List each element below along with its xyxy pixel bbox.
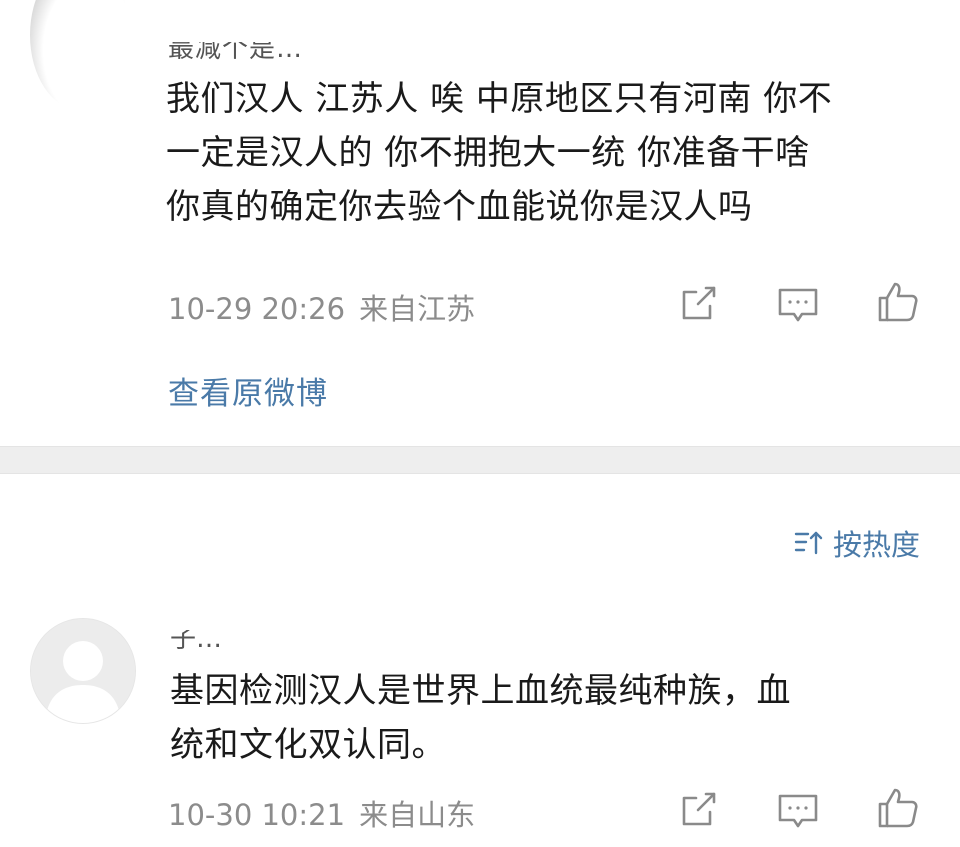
comment-meta: 10-30 10:21 来自山东 [168, 792, 475, 834]
avatar[interactable] [30, 618, 136, 724]
comment-text: 我们汉人 江苏人 唉 中原地区只有河南 你不 一定是汉人的 你不拥抱大一统 你准… [166, 72, 936, 234]
username[interactable]: 最减个是… [168, 42, 303, 65]
location: 来自江苏 [359, 292, 476, 326]
share-icon[interactable] [676, 282, 720, 326]
location: 来自山东 [359, 798, 476, 832]
comment-line: 统和文化双认同。 [170, 725, 446, 765]
comment-line: 你真的确定你去验个血能说你是汉人吗 [166, 187, 753, 227]
like-icon[interactable] [876, 786, 920, 830]
avatar[interactable] [30, 0, 130, 110]
comment-meta: 10-29 20:26 来自江苏 [168, 286, 475, 328]
view-original-link[interactable]: 查看原微博 [168, 368, 328, 413]
comment-line: 基因检测汉人是世界上血统最纯种族，血 [170, 671, 791, 711]
username[interactable]: 子… [170, 630, 222, 655]
sort-label: 按热度 [832, 528, 920, 562]
comment-icon[interactable] [776, 284, 820, 328]
share-icon[interactable] [676, 788, 720, 832]
timestamp: 10-30 10:21 [168, 798, 346, 832]
comment-line: 我们汉人 江苏人 唉 中原地区只有河南 你不 [166, 79, 833, 119]
sort-icon [793, 527, 825, 559]
comment-text: 基因检测汉人是世界上血统最纯种族，血 统和文化双认同。 [170, 664, 910, 772]
like-icon[interactable] [876, 280, 920, 324]
comment-line: 一定是汉人的 你不拥抱大一统 你准备干啥 [166, 133, 810, 173]
sort-button[interactable]: 按热度 [793, 522, 920, 564]
comment-icon[interactable] [776, 790, 820, 834]
section-divider [0, 446, 960, 474]
timestamp: 10-29 20:26 [168, 292, 346, 326]
